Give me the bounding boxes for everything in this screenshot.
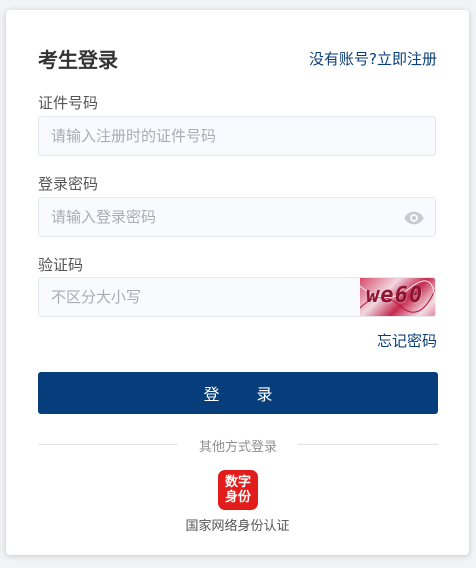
digital-identity-label[interactable]: 国家网络身份认证 (6, 515, 469, 534)
other-login-text: 其他方式登录 (198, 440, 277, 455)
captcha-input[interactable] (39, 278, 359, 316)
captcha-field: we60 (38, 277, 436, 317)
other-login-divider: 其他方式登录 (38, 436, 438, 455)
eye-icon[interactable] (403, 207, 425, 229)
login-button[interactable]: 登 录 (38, 372, 438, 414)
forgot-password-link[interactable]: 忘记密码 (377, 330, 437, 351)
captcha-label: 验证码 (38, 256, 84, 274)
login-card: 考生登录 没有账号?立即注册 证件号码 登录密码 验证码 we60 忘记密码 登… (6, 10, 469, 555)
divider-line-right (298, 444, 438, 445)
logo-text-line1: 数字 (224, 475, 251, 490)
digital-identity-logo-button[interactable]: 数字 身份 (218, 470, 258, 510)
captcha-image[interactable]: we60 (360, 278, 435, 316)
id-number-field (38, 116, 436, 156)
captcha-code: we60 (364, 283, 425, 308)
password-label: 登录密码 (38, 175, 99, 193)
id-number-label: 证件号码 (38, 94, 99, 112)
id-number-input[interactable] (39, 117, 435, 155)
logo-text-line2: 身份 (224, 490, 251, 505)
page-title: 考生登录 (38, 48, 118, 72)
password-field (38, 197, 436, 237)
password-input[interactable] (39, 198, 435, 236)
register-link[interactable]: 没有账号?立即注册 (309, 48, 437, 69)
